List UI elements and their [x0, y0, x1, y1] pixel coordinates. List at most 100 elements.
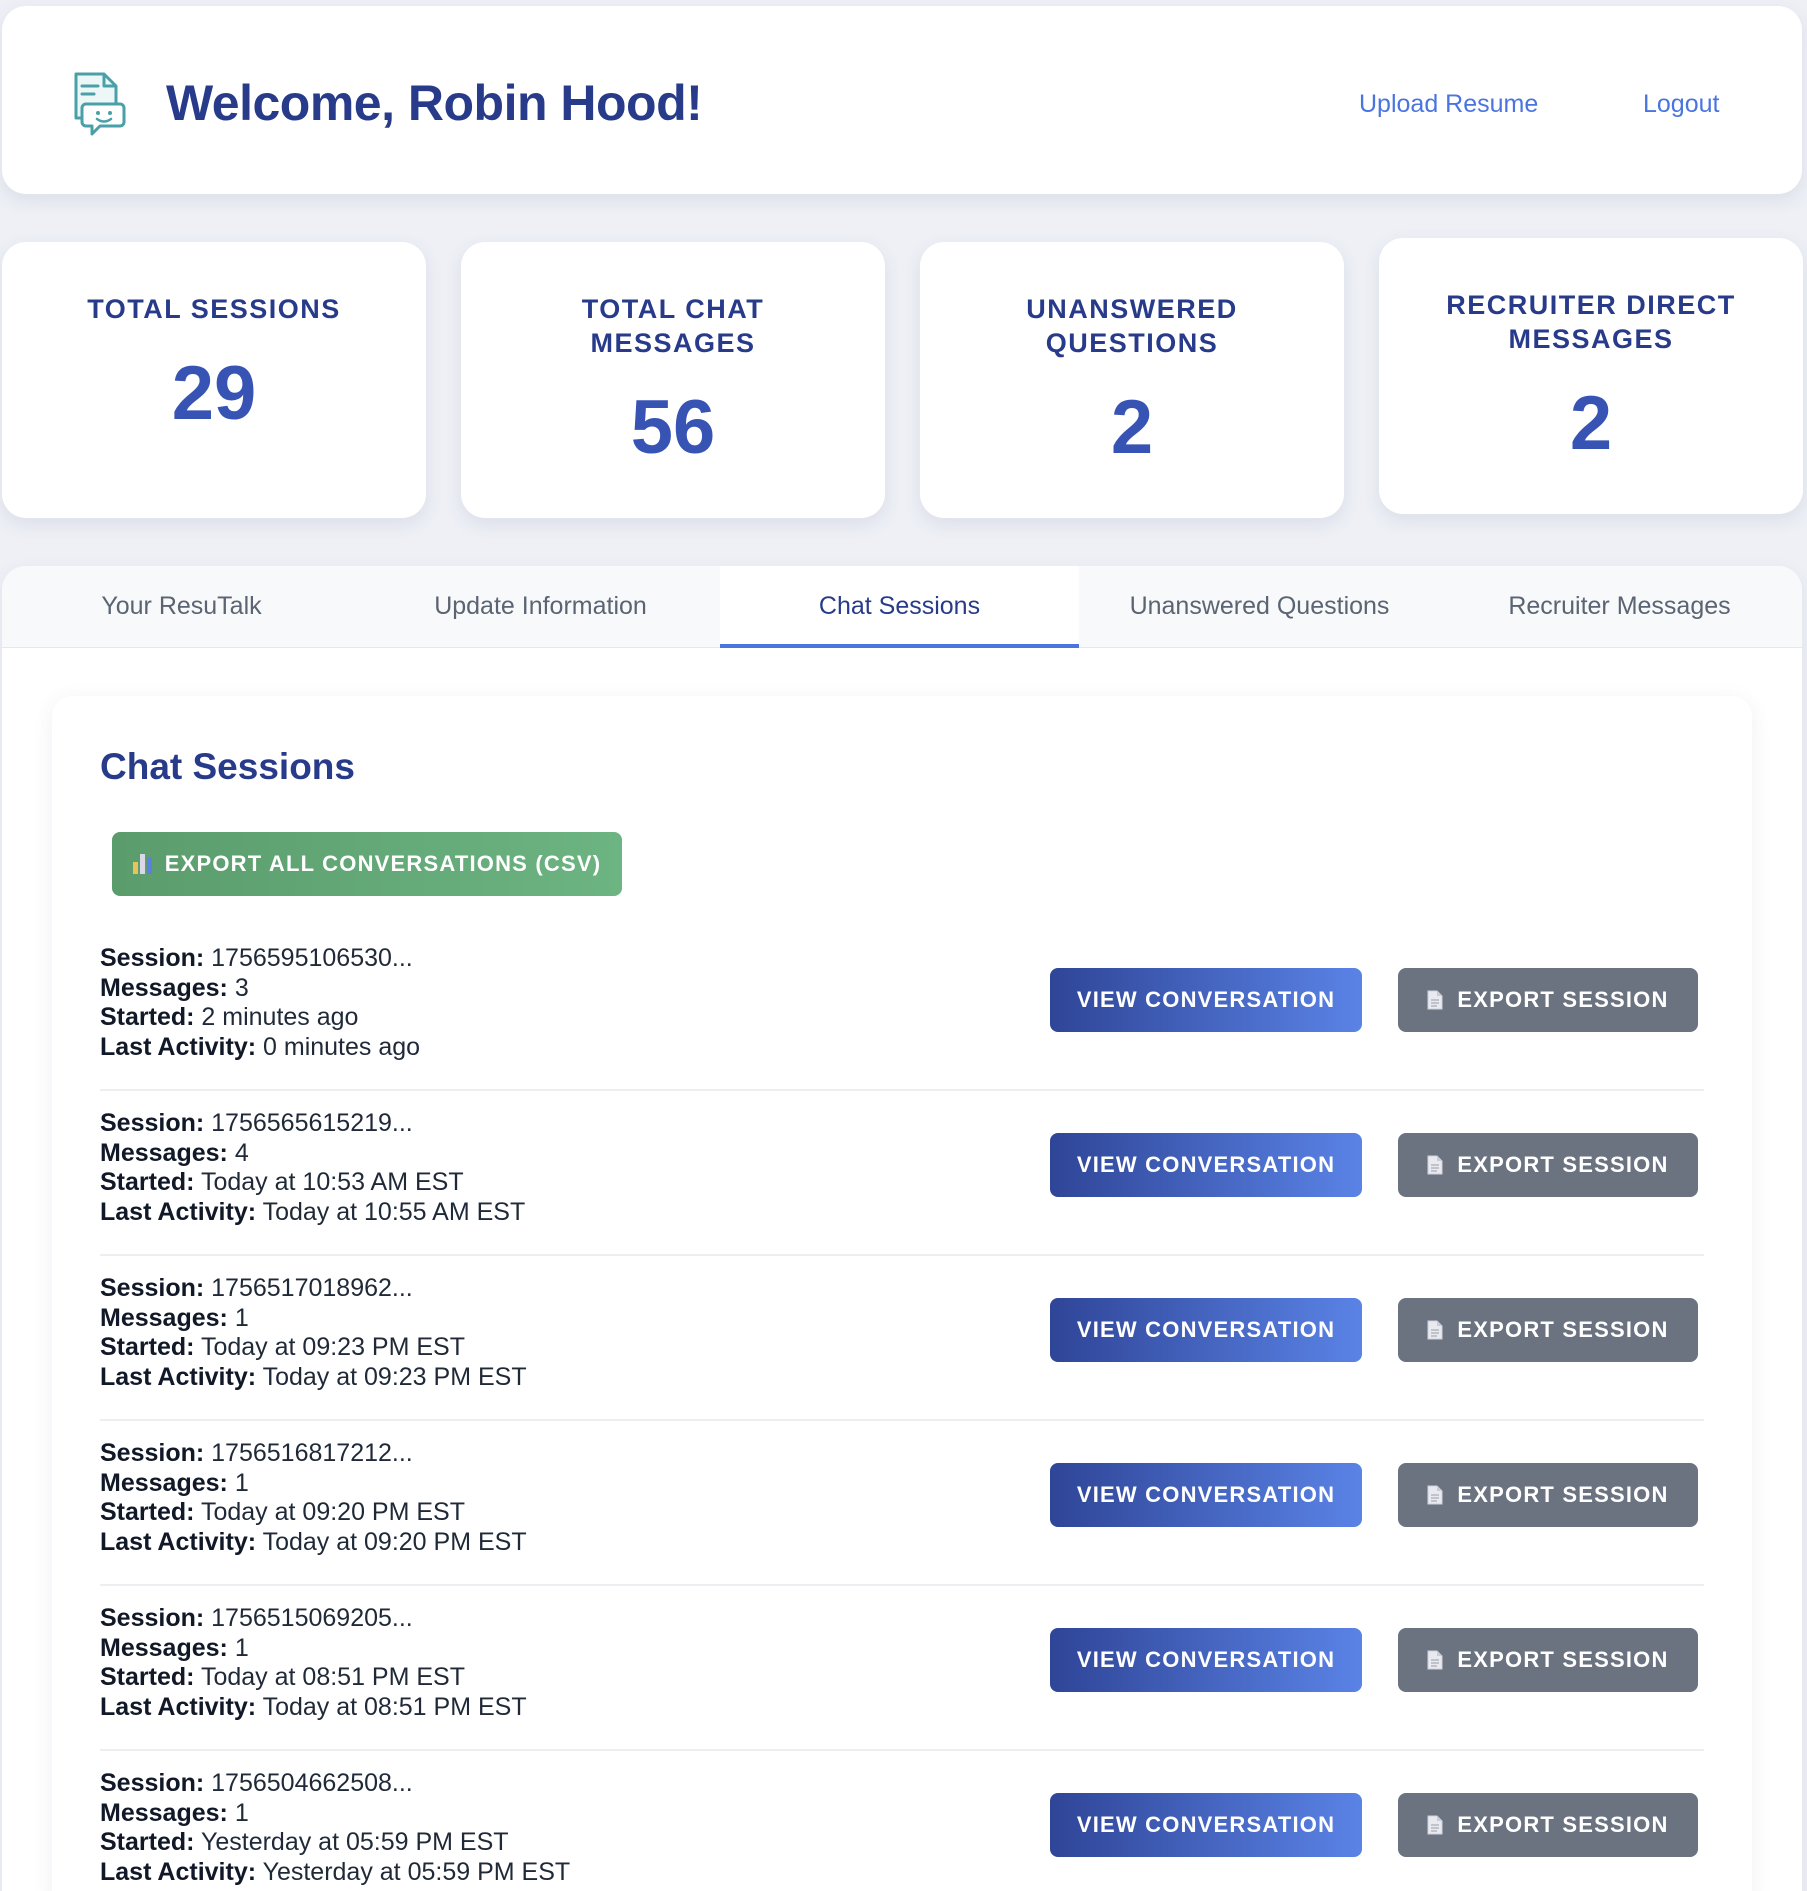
- session-label: Session:: [100, 1769, 205, 1797]
- tab-unanswered-questions[interactable]: Unanswered Questions: [1080, 566, 1439, 648]
- export-all-label: EXPORT ALL CONVERSATIONS (CSV): [164, 851, 602, 876]
- stat-label: TOTAL SESSIONS: [87, 294, 341, 324]
- messages-label: Messages:: [100, 1798, 228, 1827]
- page-title: Welcome, Robin Hood!: [166, 75, 703, 131]
- view-conversation-button[interactable]: VIEW CONVERSATION: [1050, 968, 1362, 1032]
- last-activity-value: 0 minutes ago: [263, 1032, 421, 1061]
- logout-link[interactable]: Logout: [1643, 90, 1719, 119]
- stat-label: UNANSWERED QUESTIONS: [1026, 294, 1238, 358]
- export-session-button[interactable]: EXPORT SESSION: [1398, 968, 1698, 1032]
- bar-chart-icon: [132, 854, 155, 874]
- session-id: 1756516817212...: [211, 1439, 413, 1467]
- started-label: Started:: [100, 1498, 195, 1526]
- export-session-label: EXPORT SESSION: [1457, 1482, 1669, 1507]
- upload-resume-link[interactable]: Upload Resume: [1359, 90, 1538, 119]
- export-session-button[interactable]: EXPORT SESSION: [1398, 1133, 1698, 1197]
- view-conversation-button[interactable]: VIEW CONVERSATION: [1050, 1628, 1362, 1692]
- export-session-label: EXPORT SESSION: [1457, 1812, 1669, 1837]
- last-activity-value: Today at 08:51 PM EST: [262, 1692, 527, 1721]
- export-session-label: EXPORT SESSION: [1457, 987, 1669, 1012]
- last-activity-value: Yesterday at 05:59 PM EST: [262, 1857, 571, 1886]
- stat-card-total-sessions: TOTAL SESSIONS 29: [2, 242, 426, 518]
- message-count: 4: [234, 1138, 249, 1167]
- session-row: Session: 1756515069205... Messages: 1 St…: [100, 1586, 1704, 1751]
- session-info: Session: 1756504662508... Messages: 1 St…: [100, 1769, 570, 1887]
- last-activity-label: Last Activity:: [100, 1362, 257, 1391]
- header: Welcome, Robin Hood! Upload Resume Logou…: [2, 6, 1802, 194]
- messages-label: Messages:: [100, 1633, 228, 1662]
- document-icon: [1427, 990, 1443, 1010]
- session-id: 1756517018962...: [211, 1274, 413, 1302]
- view-conversation-button[interactable]: VIEW CONVERSATION: [1050, 1298, 1362, 1362]
- started-value: 2 minutes ago: [201, 1003, 359, 1031]
- document-icon: [1427, 1815, 1443, 1835]
- session-info: Session: 1756515069205... Messages: 1 St…: [100, 1604, 527, 1722]
- last-activity-label: Last Activity:: [100, 1857, 257, 1886]
- session-info: Session: 1756517018962... Messages: 1 St…: [100, 1274, 527, 1392]
- document-icon: [1427, 1320, 1443, 1340]
- tab-update-information[interactable]: Update Information: [361, 566, 720, 648]
- messages-label: Messages:: [100, 973, 228, 1002]
- stat-value: 56: [630, 385, 716, 470]
- session-label: Session:: [100, 1604, 205, 1632]
- started-value: Today at 09:23 PM EST: [200, 1333, 465, 1361]
- stat-card-unanswered-questions: UNANSWERED QUESTIONS 2: [920, 242, 1344, 518]
- export-session-button[interactable]: EXPORT SESSION: [1398, 1463, 1698, 1527]
- resume-chat-icon: [74, 72, 126, 136]
- last-activity-value: Today at 10:55 AM EST: [262, 1197, 526, 1226]
- chat-sessions-card: Chat Sessions EXPORT ALL CONVERSATIONS (…: [52, 696, 1752, 1891]
- export-all-conversations-button[interactable]: EXPORT ALL CONVERSATIONS (CSV): [112, 832, 622, 896]
- last-activity-value: Today at 09:23 PM EST: [262, 1362, 527, 1391]
- tabs-panel: Your ResuTalk Update Information Chat Se…: [2, 566, 1802, 1891]
- tab-your-resutalk[interactable]: Your ResuTalk: [2, 566, 361, 648]
- stat-card-total-chat-messages: TOTAL CHAT MESSAGES 56: [461, 242, 885, 518]
- stat-label: RECRUITER DIRECT MESSAGES: [1446, 290, 1736, 354]
- started-value: Yesterday at 05:59 PM EST: [200, 1828, 509, 1856]
- started-value: Today at 10:53 AM EST: [200, 1168, 464, 1196]
- session-id: 1756504662508...: [211, 1769, 413, 1797]
- document-icon: [1427, 1650, 1443, 1670]
- last-activity-value: Today at 09:20 PM EST: [262, 1527, 527, 1556]
- session-id: 1756565615219...: [211, 1109, 413, 1137]
- export-session-button[interactable]: EXPORT SESSION: [1398, 1628, 1698, 1692]
- session-id: 1756595106530...: [211, 944, 413, 972]
- session-label: Session:: [100, 1439, 205, 1467]
- export-session-label: EXPORT SESSION: [1457, 1317, 1669, 1342]
- session-id: 1756515069205...: [211, 1604, 413, 1632]
- session-row: Session: 1756516817212... Messages: 1 St…: [100, 1421, 1704, 1586]
- message-count: 1: [234, 1798, 249, 1827]
- session-label: Session:: [100, 1274, 205, 1302]
- messages-label: Messages:: [100, 1138, 228, 1167]
- session-label: Session:: [100, 944, 205, 972]
- view-conversation-button[interactable]: VIEW CONVERSATION: [1050, 1133, 1362, 1197]
- tab-bar: Your ResuTalk Update Information Chat Se…: [2, 566, 1802, 648]
- export-session-button[interactable]: EXPORT SESSION: [1398, 1793, 1698, 1857]
- last-activity-label: Last Activity:: [100, 1692, 257, 1721]
- session-row: Session: 1756517018962... Messages: 1 St…: [100, 1256, 1704, 1421]
- message-count: 3: [234, 973, 249, 1002]
- message-count: 1: [234, 1303, 249, 1332]
- stat-value: 2: [1569, 381, 1613, 466]
- export-session-button[interactable]: EXPORT SESSION: [1398, 1298, 1698, 1362]
- last-activity-label: Last Activity:: [100, 1197, 257, 1226]
- view-conversation-button[interactable]: VIEW CONVERSATION: [1050, 1793, 1362, 1857]
- export-session-label: EXPORT SESSION: [1457, 1152, 1669, 1177]
- session-info: Session: 1756516817212... Messages: 1 St…: [100, 1439, 527, 1557]
- started-value: Today at 09:20 PM EST: [200, 1498, 465, 1526]
- session-row: Session: 1756504662508... Messages: 1 St…: [100, 1751, 1704, 1891]
- session-row: Session: 1756595106530... Messages: 3 St…: [100, 926, 1704, 1091]
- session-info: Session: 1756565615219... Messages: 4 St…: [100, 1109, 525, 1227]
- section-title: Chat Sessions: [100, 746, 355, 787]
- last-activity-label: Last Activity:: [100, 1032, 257, 1061]
- tab-chat-sessions[interactable]: Chat Sessions: [720, 566, 1079, 648]
- view-conversation-button[interactable]: VIEW CONVERSATION: [1050, 1463, 1362, 1527]
- started-label: Started:: [100, 1168, 195, 1196]
- message-count: 1: [234, 1468, 249, 1497]
- last-activity-label: Last Activity:: [100, 1527, 257, 1556]
- document-icon: [1427, 1485, 1443, 1505]
- stat-label: TOTAL CHAT MESSAGES: [581, 294, 765, 358]
- tab-recruiter-messages[interactable]: Recruiter Messages: [1440, 566, 1799, 648]
- messages-label: Messages:: [100, 1303, 228, 1332]
- export-session-label: EXPORT SESSION: [1457, 1647, 1669, 1672]
- document-icon: [1427, 1155, 1443, 1175]
